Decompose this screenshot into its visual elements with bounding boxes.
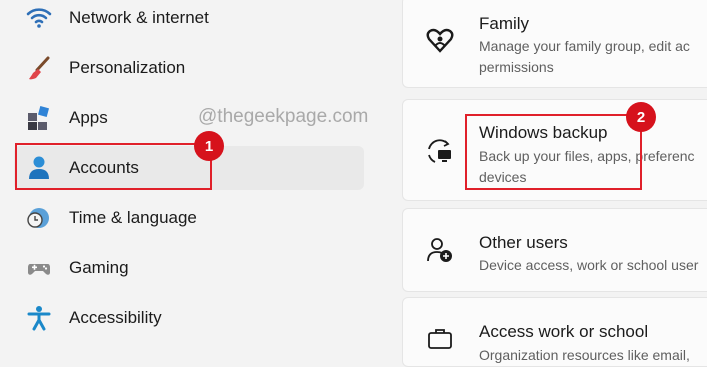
card-description: Manage your family group, edit ac (479, 38, 690, 54)
sidebar-item-time-language[interactable]: Time & language (14, 196, 364, 240)
sidebar-item-gaming[interactable]: Gaming (14, 246, 364, 290)
card-title: Family (479, 14, 530, 33)
sidebar-item-label: Time & language (69, 208, 197, 227)
highlight-box-accounts (15, 143, 212, 190)
card-access-work-school[interactable]: Access work or school Organization resou… (402, 297, 707, 367)
highlight-box-windows-backup (465, 114, 642, 190)
wifi-icon (26, 5, 52, 31)
card-description: Organization resources like email, (479, 347, 690, 363)
watermark: @thegeekpage.com (198, 106, 369, 127)
gamepad-icon (26, 255, 52, 281)
sidebar-item-label: Personalization (69, 58, 186, 77)
card-title: Access work or school (479, 322, 649, 341)
card-title: Other users (479, 233, 568, 252)
backup-sync-icon (425, 137, 455, 167)
step-badge-1: 1 (194, 131, 224, 161)
add-user-icon (425, 235, 455, 265)
sidebar-item-personalization[interactable]: Personalization (14, 46, 364, 90)
sidebar-item-network[interactable]: Network & internet (14, 0, 364, 40)
step-badge-2: 2 (626, 102, 656, 132)
briefcase-icon (425, 324, 455, 354)
sidebar-item-accessibility[interactable]: Accessibility (14, 296, 364, 340)
card-description: permissions (479, 59, 554, 75)
sidebar-item-label: Apps (69, 108, 108, 127)
apps-icon (26, 105, 52, 131)
sidebar-item-label: Gaming (69, 258, 129, 277)
sidebar-item-label: Network & internet (69, 8, 209, 27)
sidebar-item-label: Accessibility (69, 308, 162, 327)
accessibility-icon (26, 305, 52, 331)
globe-clock-icon (26, 205, 52, 231)
card-description: Device access, work or school user (479, 257, 699, 273)
card-family[interactable]: Family Manage your family group, edit ac… (402, 0, 707, 88)
family-heart-icon (425, 25, 455, 55)
paintbrush-icon (26, 55, 52, 81)
card-other-users[interactable]: Other users Device access, work or schoo… (402, 208, 707, 292)
